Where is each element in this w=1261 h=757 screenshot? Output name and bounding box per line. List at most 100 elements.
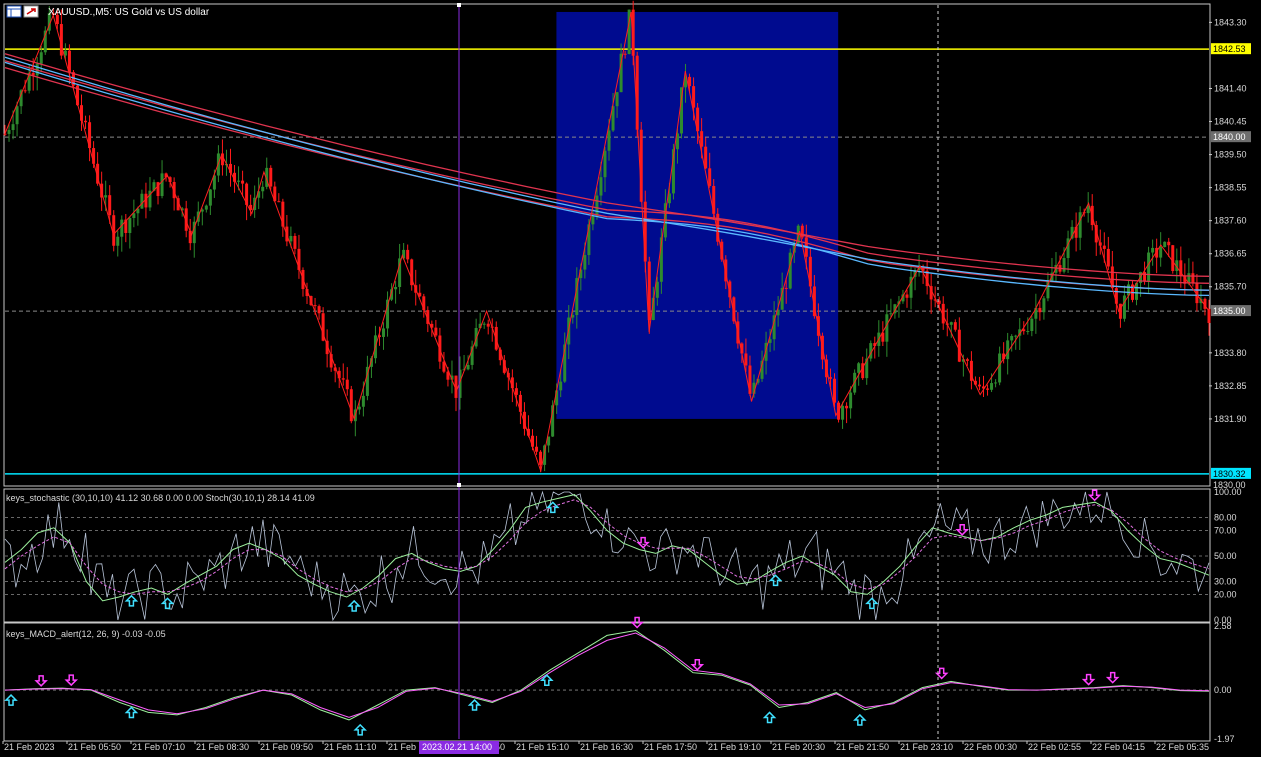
candle-body [269, 167, 273, 187]
trading-chart[interactable]: 1843.30 1841.40 1840.45 1839.50 1838.55 1837.… [0, 0, 1261, 757]
candle-body [599, 177, 603, 196]
down-arrow-icon [955, 524, 969, 536]
candle-body [1014, 335, 1018, 337]
candle-body [357, 406, 361, 410]
time-axis-label: 21 Feb 16:30 [580, 742, 633, 752]
candle-body [1102, 245, 1106, 249]
time-axis-label: 22 Feb 04:15 [1092, 742, 1145, 752]
macd-signal-line [4, 632, 1210, 718]
down-arrow-icon [1081, 673, 1096, 686]
candle-body [277, 201, 281, 203]
candle-body [1151, 247, 1155, 253]
candle-body [1191, 273, 1195, 284]
macd-tick-label: 2.58 [1214, 621, 1232, 631]
candle-body [15, 106, 19, 125]
candle-body [341, 378, 345, 380]
price-tick-label: 1831.90 [1214, 414, 1247, 424]
stoch-tick-label: 100.00 [1214, 487, 1242, 497]
candle-body [208, 189, 212, 206]
candle-body [986, 388, 990, 390]
candle-body [603, 150, 607, 178]
candle-body [1159, 247, 1163, 258]
candle-body [700, 131, 704, 147]
time-axis-label: 21 Feb 2023 [4, 742, 55, 752]
time-axis-label: 21 Feb 19:10 [708, 742, 761, 752]
crosshair-handle-top[interactable] [457, 3, 461, 7]
stochastic-label: keys_stochastic (30,10,10) 41.12 30.68 0… [6, 493, 315, 503]
candle-body [361, 395, 365, 407]
up-arrow-icon [124, 706, 139, 719]
candle-body [382, 328, 386, 337]
time-axis-label: 21 Feb 07:10 [132, 742, 185, 752]
candle-body [953, 322, 957, 330]
candle-body [784, 287, 788, 289]
down-arrow-icon [1105, 671, 1120, 684]
candle-body [990, 383, 994, 390]
candle-body [7, 130, 11, 134]
time-axis-label: 21 Feb 23:10 [900, 742, 953, 752]
up-arrow-icon [160, 597, 175, 610]
candle-body [1171, 245, 1175, 271]
candle-body [539, 451, 543, 465]
chart-window-icon[interactable] [6, 5, 22, 18]
maximize-icon[interactable] [23, 5, 39, 18]
candle-body [406, 249, 410, 260]
candle-body [885, 314, 889, 342]
up-arrow-icon [853, 713, 867, 726]
candle-body [1143, 272, 1147, 282]
candle-body [11, 124, 15, 131]
price-tick-label: 1838.55 [1214, 183, 1247, 193]
candle-body [788, 252, 792, 289]
stoch-tick-label: 80.00 [1214, 513, 1237, 523]
time-axis-label: 21 Feb 21:50 [836, 742, 889, 752]
up-arrow-icon [353, 723, 367, 736]
candle-body [3, 133, 7, 135]
price-label-dashed: 1835.00 [1213, 306, 1246, 316]
price-panel[interactable]: 1843.30 1841.40 1840.45 1839.50 1838.55 1837.… [3, 0, 1252, 490]
down-arrow-icon [1087, 489, 1102, 502]
crosshair-handle-bottom[interactable] [457, 483, 461, 487]
price-label-yellow: 1842.53 [1213, 44, 1246, 54]
candle-body [623, 53, 627, 55]
price-label-dashed: 1840.00 [1213, 132, 1246, 142]
candle-body [160, 173, 164, 197]
stoch-tick-label: 20.00 [1214, 589, 1237, 599]
candle-body [1078, 212, 1082, 238]
price-tick-label: 1835.70 [1214, 282, 1247, 292]
candle-body [595, 195, 599, 216]
price-tick-label: 1836.65 [1214, 249, 1247, 259]
candle-body [466, 364, 470, 370]
candle-body [607, 130, 611, 151]
price-tick-label: 1843.30 [1214, 17, 1247, 27]
candle-body [744, 353, 748, 366]
time-cursor-label: 2023.02.21 14:00 [422, 742, 492, 752]
candle-body [313, 305, 317, 307]
candle-body [289, 235, 293, 242]
macd-panel[interactable]: 2.58 0.00 -1.97 [3, 616, 1235, 744]
macd-main-line [4, 629, 1210, 721]
down-arrow-icon [34, 675, 48, 687]
time-axis-label: 21 Feb 11:10 [324, 742, 376, 752]
candle-body [889, 313, 893, 315]
candle-body [1026, 331, 1030, 333]
candle-body [615, 92, 619, 107]
candle-body [434, 327, 438, 336]
down-arrow-icon [636, 536, 650, 549]
candle-body [957, 329, 961, 362]
time-axis-label: 21 Feb 20:30 [772, 742, 825, 752]
candle-body [583, 255, 587, 270]
candle-body [949, 322, 953, 325]
candle-body [108, 195, 112, 216]
candle-body [857, 363, 861, 373]
candle-body [841, 405, 845, 420]
candle-body [237, 180, 241, 182]
stochastic-panel[interactable]: 100.0080.0070.0050.0030.0020.000.00 [3, 487, 1242, 625]
candle-body [1163, 241, 1167, 248]
price-tick-label: 1837.60 [1214, 216, 1247, 226]
price-tick-label: 1832.85 [1214, 381, 1247, 391]
candle-body [655, 281, 659, 298]
candle-body [120, 219, 124, 237]
time-axis-label: 21 Feb 15:10 [516, 742, 569, 752]
stoch-tick-label: 70.00 [1214, 525, 1237, 535]
candle-body [23, 90, 27, 92]
